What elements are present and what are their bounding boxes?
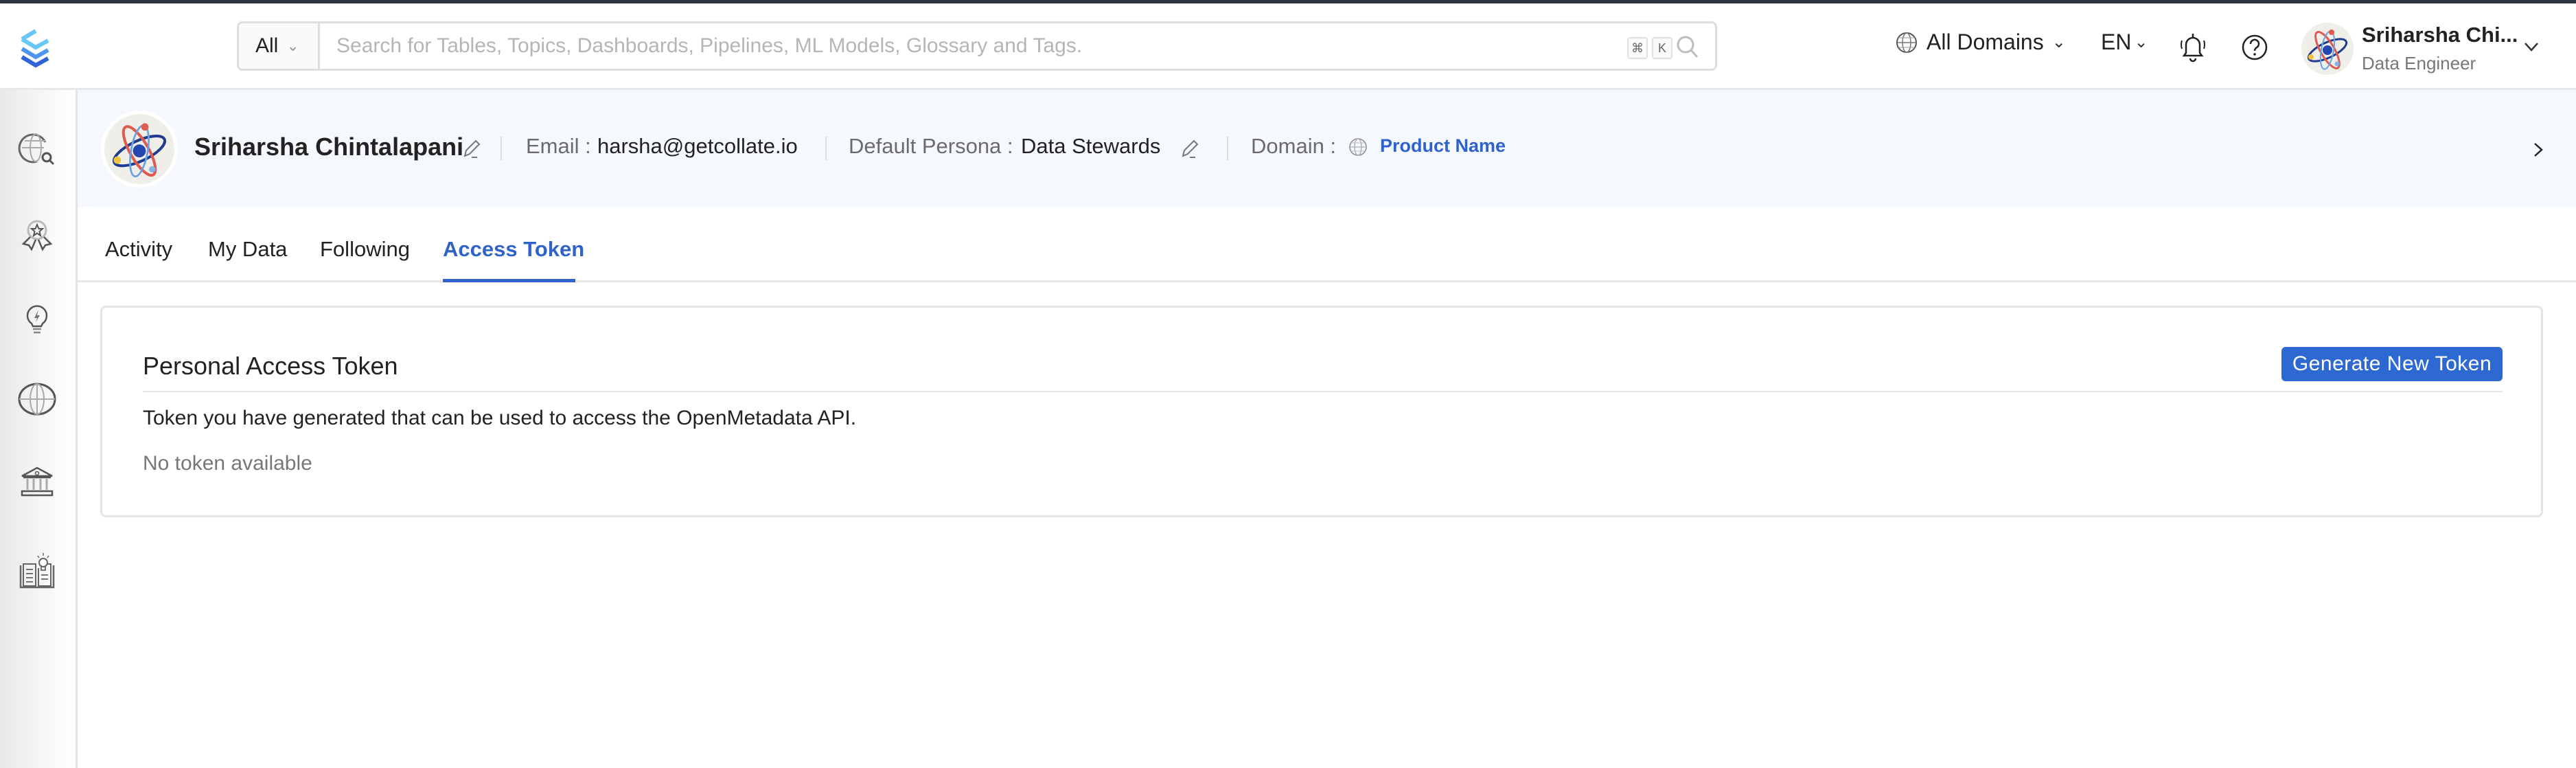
- atom-avatar-icon: [2307, 30, 2348, 70]
- domain-selector[interactable]: All Domains ⌄: [1895, 30, 2066, 55]
- divider: [825, 137, 827, 160]
- profile-tabs: Activity My Data Following Access Token: [78, 207, 2576, 282]
- default-persona-value: Data Stewards: [1021, 134, 1161, 158]
- profile-avatar: [101, 111, 178, 188]
- domains-globe-icon[interactable]: [16, 379, 58, 420]
- user-role: Data Engineer: [2362, 53, 2476, 74]
- tab-my-data[interactable]: My Data: [208, 237, 287, 262]
- divider: [143, 391, 2503, 392]
- divider: [501, 137, 502, 160]
- domain-label: Domain :: [1251, 134, 1337, 158]
- search-scope-select[interactable]: All ⌄: [239, 23, 320, 69]
- active-tab-indicator: [443, 279, 575, 282]
- help-icon[interactable]: [2240, 31, 2270, 64]
- chevron-down-icon: ⌄: [2134, 33, 2148, 52]
- domain-selector-label: All Domains: [1927, 30, 2044, 54]
- card-title: Personal Access Token: [143, 352, 398, 380]
- user-name[interactable]: Sriharsha Chi...: [2362, 23, 2518, 47]
- global-search: All ⌄ ⌘ K: [237, 21, 1717, 71]
- domain-globe-icon: [1349, 138, 1367, 156]
- top-navbar: All ⌄ ⌘ K All Domains ⌄ EN ⌄: [0, 3, 2576, 90]
- edit-persona-pencil-icon[interactable]: [1179, 137, 1199, 160]
- divider: [1227, 137, 1228, 160]
- empty-state-text: No token available: [143, 452, 312, 475]
- chevron-right-icon[interactable]: [2528, 138, 2549, 161]
- chevron-down-icon: ⌄: [2051, 33, 2066, 52]
- k-key-hint: K: [1652, 37, 1672, 59]
- governance-building-icon[interactable]: [16, 461, 58, 502]
- globe-icon: [1896, 32, 1917, 53]
- notification-bell-icon[interactable]: [2178, 31, 2208, 64]
- default-persona-label: Default Persona :: [849, 134, 1013, 158]
- edit-name-pencil-icon[interactable]: [461, 137, 481, 160]
- search-input[interactable]: [320, 23, 1715, 69]
- search-scope-value: All: [255, 34, 279, 57]
- user-avatar[interactable]: [2301, 23, 2354, 75]
- knowledge-book-icon[interactable]: [16, 552, 58, 593]
- quality-badge-icon[interactable]: [16, 214, 58, 255]
- card-description: Token you have generated that can be use…: [143, 407, 857, 429]
- explore-icon[interactable]: [16, 127, 58, 168]
- app-logo-icon[interactable]: [15, 25, 62, 72]
- command-key-hint: ⌘: [1627, 37, 1648, 59]
- profile-name: Sriharsha Chintalapani: [194, 133, 464, 161]
- generate-new-token-button[interactable]: Generate New Token: [2281, 347, 2503, 381]
- chevron-down-icon: ⌄: [286, 37, 299, 54]
- atom-avatar-icon: [112, 123, 167, 178]
- tab-access-token[interactable]: Access Token: [443, 237, 584, 262]
- language-label: EN: [2101, 30, 2132, 54]
- left-sidebar: [0, 90, 78, 768]
- personal-access-token-card: Personal Access Token Generate New Token…: [100, 306, 2543, 517]
- tab-following[interactable]: Following: [320, 237, 410, 262]
- tab-activity[interactable]: Activity: [105, 237, 172, 262]
- email-value: harsha@getcollate.io: [597, 134, 798, 158]
- chevron-down-icon[interactable]: [2521, 36, 2542, 57]
- user-profile-header: Sriharsha Chintalapani Email : harsha@ge…: [78, 90, 2576, 207]
- search-icon[interactable]: [1674, 33, 1701, 60]
- insights-bulb-icon[interactable]: [16, 296, 58, 337]
- email-label: Email :: [526, 134, 591, 158]
- domain-link[interactable]: Product Name: [1380, 135, 1506, 157]
- language-selector[interactable]: EN ⌄: [2101, 30, 2148, 55]
